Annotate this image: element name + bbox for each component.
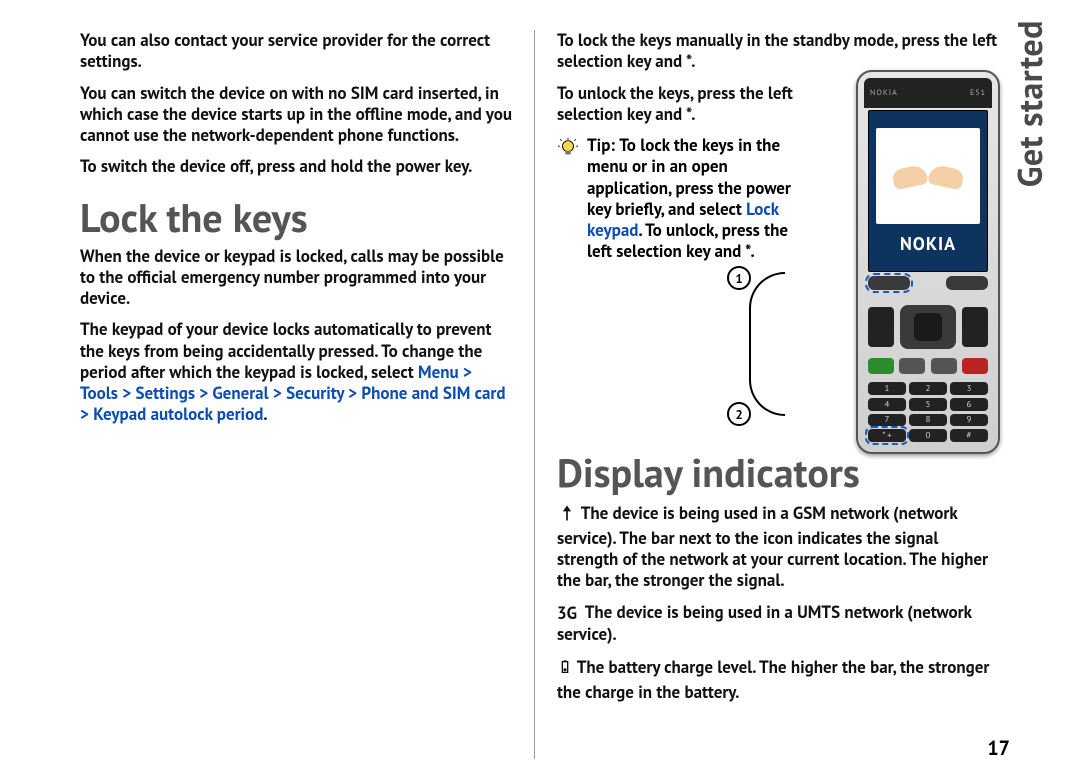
key-1: 1 xyxy=(868,382,906,395)
key-hash: # xyxy=(950,429,988,442)
key-9: 9 xyxy=(950,414,988,427)
phone-body: NOKIA E51 NOKIA xyxy=(856,70,1000,454)
section-tab-get-started: Get started xyxy=(1008,20,1052,187)
paragraph: To switch the device off, press and hold… xyxy=(80,156,512,177)
text: The battery charge level. The higher the… xyxy=(557,656,989,703)
paragraph-menu-path: The keypad of your device locks automati… xyxy=(80,319,512,425)
end-key xyxy=(962,358,988,374)
nokia-logo: NOKIA xyxy=(900,232,956,255)
callout-number: 1 xyxy=(727,266,751,290)
phone-brand-label: NOKIA xyxy=(870,88,898,98)
dpad xyxy=(900,305,956,349)
two-column-layout: You can also contact your service provid… xyxy=(80,30,1060,759)
callout-1: 1 xyxy=(727,266,751,290)
indicator-paragraph: The battery charge level. The higher the… xyxy=(557,655,1000,704)
nav-left-button xyxy=(868,307,894,347)
phone-screen: NOKIA xyxy=(868,110,988,272)
key-0: 0 xyxy=(909,429,947,442)
heading-display-indicators: Display indicators xyxy=(557,453,1000,493)
call-key xyxy=(868,358,894,374)
lightbulb-icon xyxy=(557,137,579,164)
key-2: 2 xyxy=(909,382,947,395)
text: . xyxy=(263,403,267,425)
indicator-paragraph: 3G The device is being used in a UMTS ne… xyxy=(557,602,1000,646)
paragraph: When the device or keypad is locked, cal… xyxy=(80,246,512,310)
key-8: 8 xyxy=(909,414,947,427)
paragraph: To lock the keys manually in the standby… xyxy=(557,30,1000,73)
numeric-keypad: 1 2 3 4 5 6 7 8 9 * + 0 # xyxy=(868,382,988,442)
paragraph: You can also contact your service provid… xyxy=(80,30,512,73)
menu-key xyxy=(899,358,925,374)
callout-number: 2 xyxy=(727,402,751,426)
callouts: 1 2 xyxy=(727,70,783,454)
text: The device is being used in a UMTS netwo… xyxy=(557,601,971,645)
nav-right-button xyxy=(962,307,988,347)
heading-lock-the-keys: Lock the keys xyxy=(80,198,512,238)
indicator-paragraph: The device is being used in a GSM networ… xyxy=(557,501,1000,592)
key-star: * + xyxy=(868,429,906,442)
screen-photo xyxy=(876,128,980,224)
left-column: You can also contact your service provid… xyxy=(80,30,530,759)
key-4: 4 xyxy=(868,398,906,411)
text: The device is being used in a GSM networ… xyxy=(557,501,988,591)
paragraph: You can switch the device on with no SIM… xyxy=(80,83,512,147)
phone-illustration: 1 2 NOKIA E51 NOKIA xyxy=(785,70,1000,454)
battery-icon xyxy=(557,657,573,682)
softkey-row xyxy=(868,276,988,296)
signal-icon xyxy=(557,503,577,528)
hands-icon xyxy=(893,151,963,201)
call-key-row xyxy=(868,358,988,378)
column-divider xyxy=(534,30,535,759)
key-7: 7 xyxy=(868,414,906,427)
three-g-icon: 3G xyxy=(557,603,577,624)
callout-arc xyxy=(749,272,785,416)
left-softkey xyxy=(868,276,910,290)
key-3: 3 xyxy=(950,382,988,395)
phone-model-label: E51 xyxy=(970,88,986,98)
phone-earpiece-bar: NOKIA E51 xyxy=(864,78,992,108)
right-softkey xyxy=(946,276,988,290)
callout-2: 2 xyxy=(727,402,751,426)
tip-label: Tip: xyxy=(587,134,619,156)
right-column: To lock the keys manually in the standby… xyxy=(539,30,1000,759)
clear-key xyxy=(931,358,957,374)
key-5: 5 xyxy=(909,398,947,411)
key-6: 6 xyxy=(950,398,988,411)
nav-cluster xyxy=(868,300,988,354)
manual-page: Get started 1 7 You can also contact your… xyxy=(0,0,1080,779)
